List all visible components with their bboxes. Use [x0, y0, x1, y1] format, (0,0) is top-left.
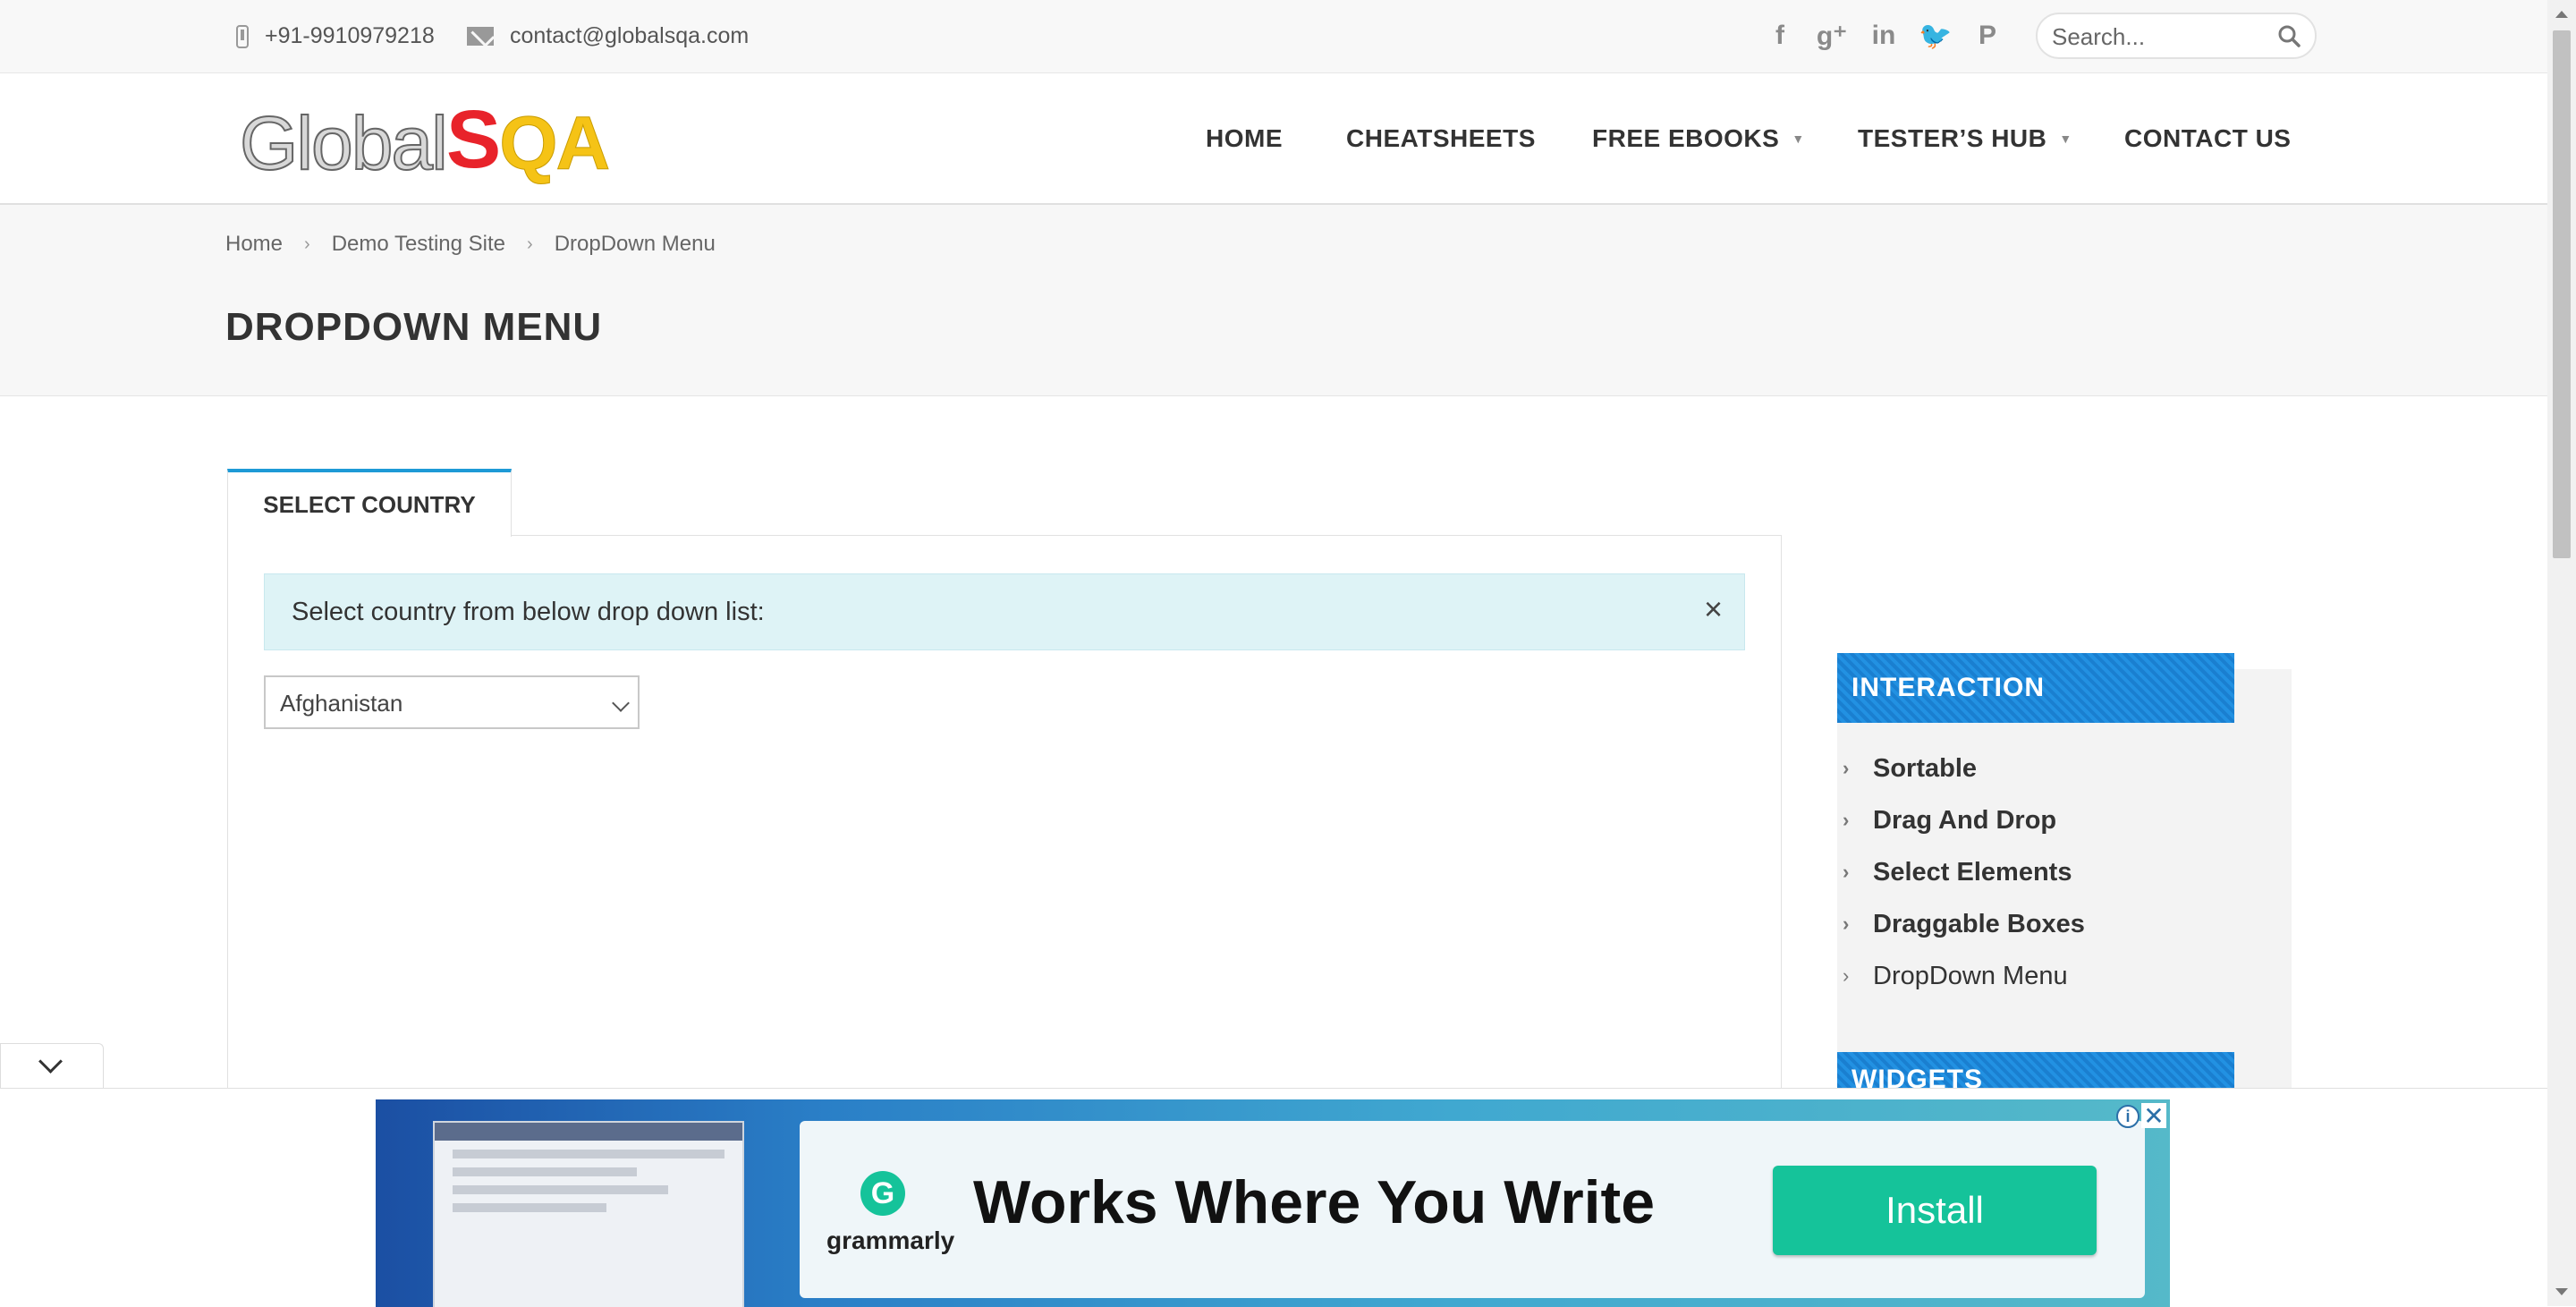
ad-brand: grammarly — [826, 1226, 955, 1254]
ad-headline: Works Where You Write — [973, 1168, 1656, 1236]
chevron-right-icon: › — [304, 233, 310, 254]
sidebar-item-select-elements[interactable]: › Select Elements — [1837, 846, 2292, 898]
install-button[interactable]: Install — [1773, 1166, 2097, 1255]
grammarly-logo-icon: G — [860, 1171, 905, 1216]
chevron-down-icon — [38, 1049, 63, 1074]
nav-testers-hub-label: TESTER’S HUB — [1858, 123, 2047, 152]
nav-home[interactable]: HOME — [1206, 73, 1283, 203]
grammarly-ad[interactable]: G grammarly Works Where You Write Instal… — [376, 1099, 2170, 1307]
nav-cheatsheets[interactable]: CHEATSHEETS — [1346, 73, 1536, 203]
page-title: DROPDOWN MENU — [225, 305, 603, 349]
sidebar-item-drag-and-drop[interactable]: › Drag And Drop — [1837, 794, 2292, 846]
ad-card: G grammarly Works Where You Write Instal… — [800, 1121, 2145, 1298]
scroll-up-arrow-icon[interactable] — [2555, 11, 2568, 18]
chevron-right-icon: › — [1843, 964, 1850, 987]
breadcrumb-current: DropDown Menu — [554, 232, 716, 256]
chevron-right-icon: › — [1843, 809, 1850, 831]
nav-testers-hub[interactable]: TESTER’S HUB ▼ — [1858, 73, 2072, 203]
email-contact[interactable]: contact@globalsqa.com — [467, 0, 749, 72]
globalsqa-logo[interactable]: Global S QA — [239, 98, 611, 185]
search-input[interactable] — [2050, 20, 2268, 54]
envelope-icon — [467, 27, 494, 46]
sidebar-item-sortable[interactable]: › Sortable — [1837, 743, 2292, 794]
search-box — [2036, 13, 2317, 59]
ad-info-icon[interactable]: i — [2116, 1105, 2140, 1128]
logo-text-global: Global — [239, 101, 449, 185]
alert-message: Select country from below drop down list… — [292, 598, 765, 626]
nav-contact-us[interactable]: CONTACT US — [2124, 73, 2291, 203]
ad-collapse-toggle[interactable] — [0, 1043, 104, 1088]
logo-text-s: S — [445, 94, 501, 185]
chevron-right-icon: › — [527, 233, 533, 254]
sidebar: INTERACTION › Sortable › Drag And Drop › Se… — [1837, 653, 2292, 1134]
ad-screenshot-image — [433, 1121, 744, 1307]
widgets-widget-title: WIDGETS — [1837, 1052, 2234, 1088]
email-address[interactable]: contact@globalsqa.com — [510, 23, 749, 49]
sidebar-item-label: Select Elements — [1873, 857, 2072, 887]
chevron-right-icon: › — [1843, 861, 1850, 883]
tab-select-country[interactable]: SELECT COUNTRY — [227, 469, 512, 537]
logo-text-qa: QA — [499, 101, 611, 185]
nav-free-ebooks[interactable]: FREE EBOOKS ▼ — [1592, 73, 1805, 203]
interaction-list: › Sortable › Drag And Drop › Select Element… — [1837, 743, 2292, 1002]
pinterest-icon[interactable]: P — [1971, 14, 2004, 57]
sidebar-item-label: DropDown Menu — [1873, 961, 2068, 990]
page-scrollbar[interactable] — [2547, 0, 2576, 1306]
interaction-widget-title: INTERACTION — [1837, 653, 2234, 723]
phone-icon — [236, 24, 249, 48]
phone-contact: +91-9910979218 — [236, 0, 435, 72]
breadcrumb: Home › Demo Testing Site › DropDown Menu — [225, 232, 716, 257]
top-bar: +91-9910979218 contact@globalsqa.com f g… — [0, 0, 2547, 73]
info-alert: Select country from below drop down list… — [264, 573, 1745, 650]
nav-free-ebooks-label: FREE EBOOKS — [1592, 123, 1780, 152]
page-title-area: Home › Demo Testing Site › DropDown Menu… — [0, 205, 2547, 396]
scrollbar-thumb[interactable] — [2553, 30, 2571, 558]
tab-panel: Select country from below drop down list… — [227, 535, 1782, 1108]
sidebar-item-label: Sortable — [1873, 753, 1978, 783]
social-links: f g⁺ in 🐦 P — [1764, 14, 2004, 57]
country-select-value: Afghanistan — [280, 690, 403, 717]
twitter-icon[interactable]: 🐦 — [1919, 14, 1952, 57]
phone-number: +91-9910979218 — [265, 23, 435, 48]
close-icon[interactable]: × — [1704, 590, 1723, 628]
scroll-down-arrow-icon[interactable] — [2555, 1288, 2568, 1295]
sidebar-item-label: Drag And Drop — [1873, 805, 2057, 835]
site-header: Global S QA HOME CHEATSHEETS FREE EBOOKS ▼ … — [0, 73, 2547, 205]
google-plus-icon[interactable]: g⁺ — [1816, 14, 1848, 57]
chevron-down-icon — [612, 694, 630, 712]
facebook-icon[interactable]: f — [1764, 14, 1796, 57]
dropdown-caret-icon: ▼ — [2059, 131, 2072, 146]
sidebar-item-draggable-boxes[interactable]: › Draggable Boxes — [1837, 898, 2292, 950]
ad-bar: G grammarly Works Where You Write Instal… — [0, 1088, 2547, 1307]
country-select[interactable]: Afghanistan — [264, 675, 640, 729]
ad-close-icon[interactable]: ✕ — [2141, 1102, 2166, 1130]
search-icon[interactable] — [2277, 24, 2301, 47]
breadcrumb-demo-testing-site[interactable]: Demo Testing Site — [332, 232, 505, 257]
sidebar-item-label: Draggable Boxes — [1873, 909, 2085, 938]
chevron-right-icon: › — [1843, 757, 1850, 779]
linkedin-icon[interactable]: in — [1868, 14, 1900, 57]
breadcrumb-home[interactable]: Home — [225, 232, 283, 257]
sidebar-item-dropdown-menu[interactable]: › DropDown Menu — [1837, 950, 2292, 1002]
dropdown-caret-icon: ▼ — [1792, 131, 1805, 146]
chevron-right-icon: › — [1843, 912, 1850, 935]
